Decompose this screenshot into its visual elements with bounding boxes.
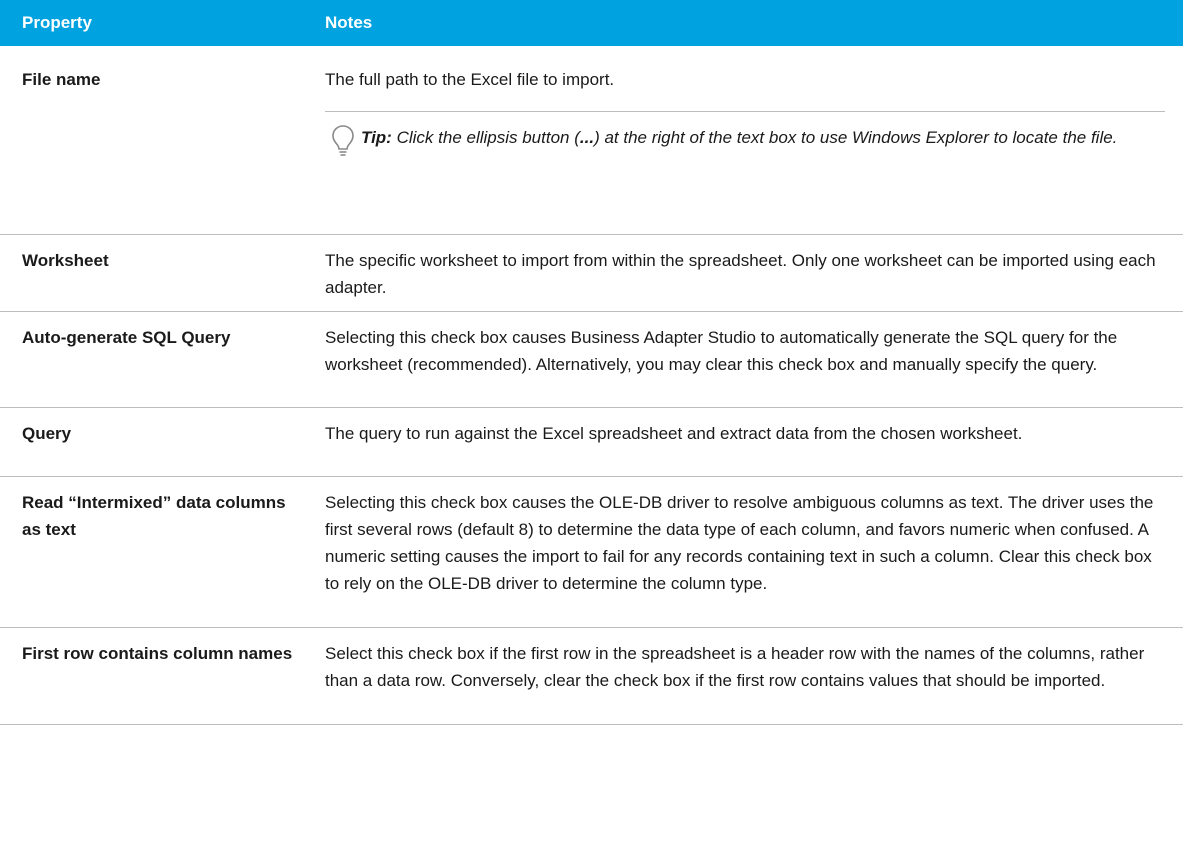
tip-callout: Tip: Click the ellipsis button (...) at … xyxy=(325,111,1165,156)
notes-cell: Selecting this check box causes Business… xyxy=(315,311,1183,408)
notes-cell: The full path to the Excel file to impor… xyxy=(315,46,1183,235)
table-row: Query The query to run against the Excel… xyxy=(0,407,1183,477)
lightbulb-icon xyxy=(332,125,354,156)
property-cell: File name xyxy=(0,46,315,235)
properties-table: Property Notes File name The full path t… xyxy=(0,0,1183,725)
property-cell: First row contains column names xyxy=(0,627,315,725)
tip-text-before: Click the ellipsis button ( xyxy=(391,128,580,147)
notes-cell: The query to run against the Excel sprea… xyxy=(315,407,1183,477)
table-row: Worksheet The specific worksheet to impo… xyxy=(0,234,1183,312)
tip-ellipsis: ... xyxy=(579,128,595,147)
tip-text-after: ) at the right of the text box to use Wi… xyxy=(594,128,1118,147)
table-row: File name The full path to the Excel fil… xyxy=(0,46,1183,235)
property-cell: Auto-generate SQL Query xyxy=(0,311,315,408)
tip-label: Tip: xyxy=(361,128,392,147)
notes-cell: Select this check box if the first row i… xyxy=(315,627,1183,725)
notes-cell: The specific worksheet to import from wi… xyxy=(315,234,1183,312)
table-row: First row contains column names Select t… xyxy=(0,627,1183,725)
header-notes: Notes xyxy=(315,0,1183,46)
notes-cell: Selecting this check box causes the OLE-… xyxy=(315,476,1183,628)
property-cell: Query xyxy=(0,407,315,477)
header-property: Property xyxy=(0,0,315,46)
table-header-row: Property Notes xyxy=(0,0,1183,46)
property-cell: Read “Intermixed” data columns as text xyxy=(0,476,315,628)
property-cell: Worksheet xyxy=(0,234,315,312)
notes-text: The full path to the Excel file to impor… xyxy=(325,70,615,89)
table-row: Read “Intermixed” data columns as text S… xyxy=(0,476,1183,628)
table-row: Auto-generate SQL Query Selecting this c… xyxy=(0,311,1183,408)
